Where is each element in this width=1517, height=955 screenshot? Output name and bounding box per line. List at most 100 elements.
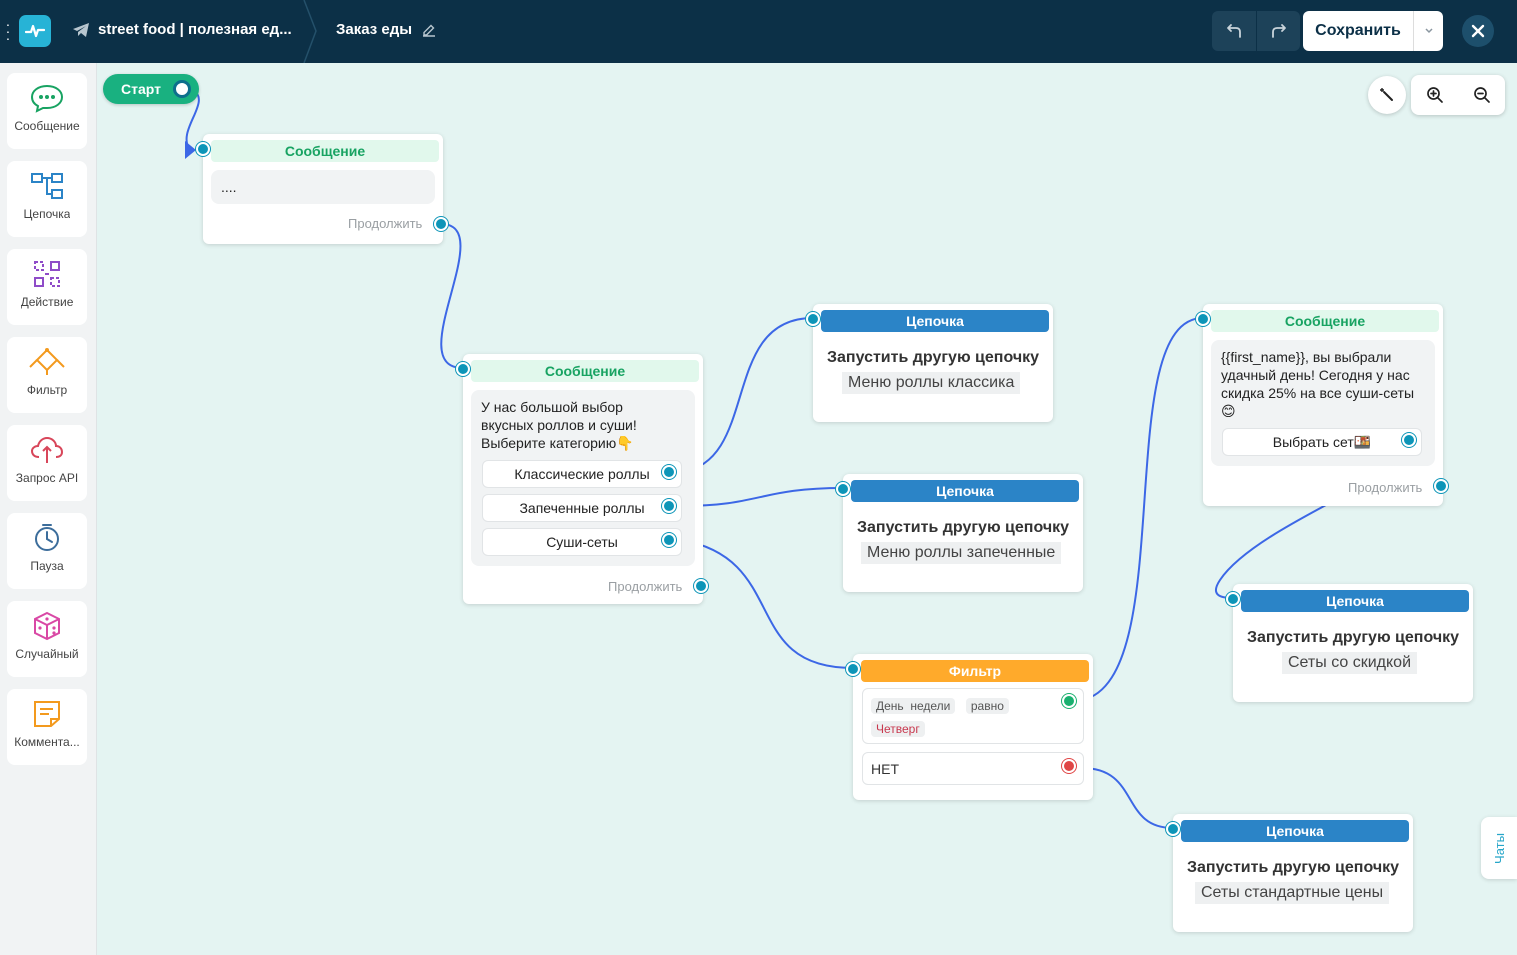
menu-dots-icon[interactable]: · · · [3,17,13,45]
input-port[interactable] [196,142,210,156]
message-line: вкусных роллов и суши! [481,417,637,433]
edit-icon[interactable] [422,23,436,37]
button-port[interactable] [662,499,676,513]
message-line: удачный день! Сегодня у нас [1221,367,1410,383]
condition-operator: равно [965,698,1009,714]
message-emoji: 😊 [1221,403,1236,419]
zoom-out-button[interactable] [1458,75,1505,115]
message-line: Выберите категорию👇 [481,435,634,451]
sidebar-item-label: Запрос API [15,471,79,485]
input-port[interactable] [836,482,850,496]
close-icon [1471,24,1485,38]
comment-icon [34,701,60,727]
filter-condition[interactable]: День недели равно Четверг [862,688,1084,744]
undo-icon [1227,24,1241,38]
chain-name[interactable]: Сеты стандартные цены [1195,882,1390,904]
action-icon [34,261,60,287]
message-icon [30,84,64,113]
api-icon [30,436,64,463]
button-port[interactable] [662,533,676,547]
chain-node-3[interactable]: Цепочка Запустить другую цепочку Сеты со… [1233,584,1473,702]
chain-action: Запустить другую цепочку [1246,629,1460,646]
input-port[interactable] [1196,312,1210,326]
save-options-dropdown[interactable] [1413,11,1443,51]
input-port[interactable] [456,362,470,376]
button-port[interactable] [662,465,676,479]
reply-button-baked-rolls[interactable]: Запеченные роллы [482,494,682,522]
sidebar-item-label: Цепочка [23,207,71,221]
flow-title[interactable]: Заказ еды [336,21,436,38]
chain-action: Запустить другую цепочку [1186,859,1400,876]
chain-name[interactable]: Меню роллы классика [842,372,1021,394]
sidebar-item-label: Пауза [30,559,64,573]
auto-arrange-button[interactable] [1368,76,1406,114]
sidebar-item-chain[interactable]: Цепочка [7,161,87,237]
chain-name[interactable]: Сеты со скидкой [1282,652,1418,674]
undo-button[interactable] [1212,11,1256,51]
input-port[interactable] [1226,592,1240,606]
continue-port[interactable] [434,217,448,231]
reply-button-choose-set[interactable]: Выбрать сет🍱 [1222,428,1422,456]
channel-link[interactable]: street food | полезная ед... [72,21,292,38]
sidebar-item-label: Сообщение [14,119,80,133]
chats-tab[interactable]: Чаты [1481,817,1517,879]
sidebar-item-message[interactable]: Сообщение [7,73,87,149]
filter-icon [29,348,65,375]
chain-action: Запустить другую цепочку [856,519,1070,536]
sidebar-item-api[interactable]: Запрос API [7,425,87,501]
condition-false-port[interactable] [1062,759,1076,773]
continue-port[interactable] [694,579,708,593]
chain-name[interactable]: Меню роллы запеченные [861,542,1062,564]
close-button[interactable] [1462,15,1494,47]
continue-label: Продолжить [348,216,423,231]
node-header: Цепочка [1241,590,1469,612]
message-line: скидка 25% на все суши-сеты [1221,385,1415,401]
sidebar-item-filter[interactable]: Фильтр [7,337,87,413]
chats-tab-label: Чаты [1491,832,1507,864]
input-port[interactable] [806,312,820,326]
continue-label: Продолжить [1348,480,1423,495]
reply-button-classic-rolls[interactable]: Классические роллы [482,460,682,488]
filter-else-branch[interactable]: НЕТ [862,752,1084,785]
sidebar-item-action[interactable]: Действие [7,249,87,325]
sidebar-item-random[interactable]: Случайный [7,601,87,677]
message-node-3[interactable]: Сообщение {{first_name}}, вы выбрали уда… [1203,304,1443,506]
chain-node-2[interactable]: Цепочка Запустить другую цепочку Меню ро… [843,474,1083,592]
save-button[interactable]: Сохранить [1303,11,1413,51]
chain-action: Запустить другую цепочку [826,349,1040,366]
continue-port[interactable] [1434,479,1448,493]
input-port[interactable] [1166,822,1180,836]
sidebar-item-label: Фильтр [26,383,68,397]
condition-true-port[interactable] [1062,694,1076,708]
node-header: Сообщение [211,140,439,162]
reply-button-sushi-sets[interactable]: Суши-сеты [482,528,682,556]
redo-icon [1271,24,1286,38]
message-node-2[interactable]: Сообщение У нас большой выбор вкусных ро… [463,354,703,604]
logo-icon[interactable] [19,15,51,47]
chevron-down-icon [1424,28,1433,34]
button-port[interactable] [1402,433,1416,447]
zoom-in-button[interactable] [1411,75,1458,115]
node-header: Сообщение [1211,310,1439,332]
sidebar-item-label: Коммента... [14,735,80,749]
start-node[interactable]: Старт [103,74,199,104]
redo-button[interactable] [1256,11,1300,51]
sidebar-item-label: Случайный [15,647,79,661]
message-node-1[interactable]: Сообщение .... Продолжить [203,134,443,244]
continue-label: Продолжить [608,579,683,594]
sidebar-item-pause[interactable]: Пауза [7,513,87,589]
filter-node[interactable]: Фильтр День недели равно Четверг НЕТ [853,654,1093,800]
magic-wand-icon [1380,88,1393,101]
sidebar-item-comment[interactable]: Коммента... [7,689,87,765]
node-header: Цепочка [851,480,1079,502]
chain-node-1[interactable]: Цепочка Запустить другую цепочку Меню ро… [813,304,1053,422]
input-port[interactable] [846,662,860,676]
message-line: У нас большой выбор [481,399,623,415]
message-text[interactable]: .... [211,170,435,204]
start-port[interactable] [173,80,191,98]
message-line: {{first_name}}, вы выбрали [1221,349,1392,365]
condition-value: Четверг [871,721,925,737]
chain-node-4[interactable]: Цепочка Запустить другую цепочку Сеты ст… [1173,814,1413,932]
node-header: Сообщение [471,360,699,382]
channel-name: street food | полезная ед... [98,21,292,38]
